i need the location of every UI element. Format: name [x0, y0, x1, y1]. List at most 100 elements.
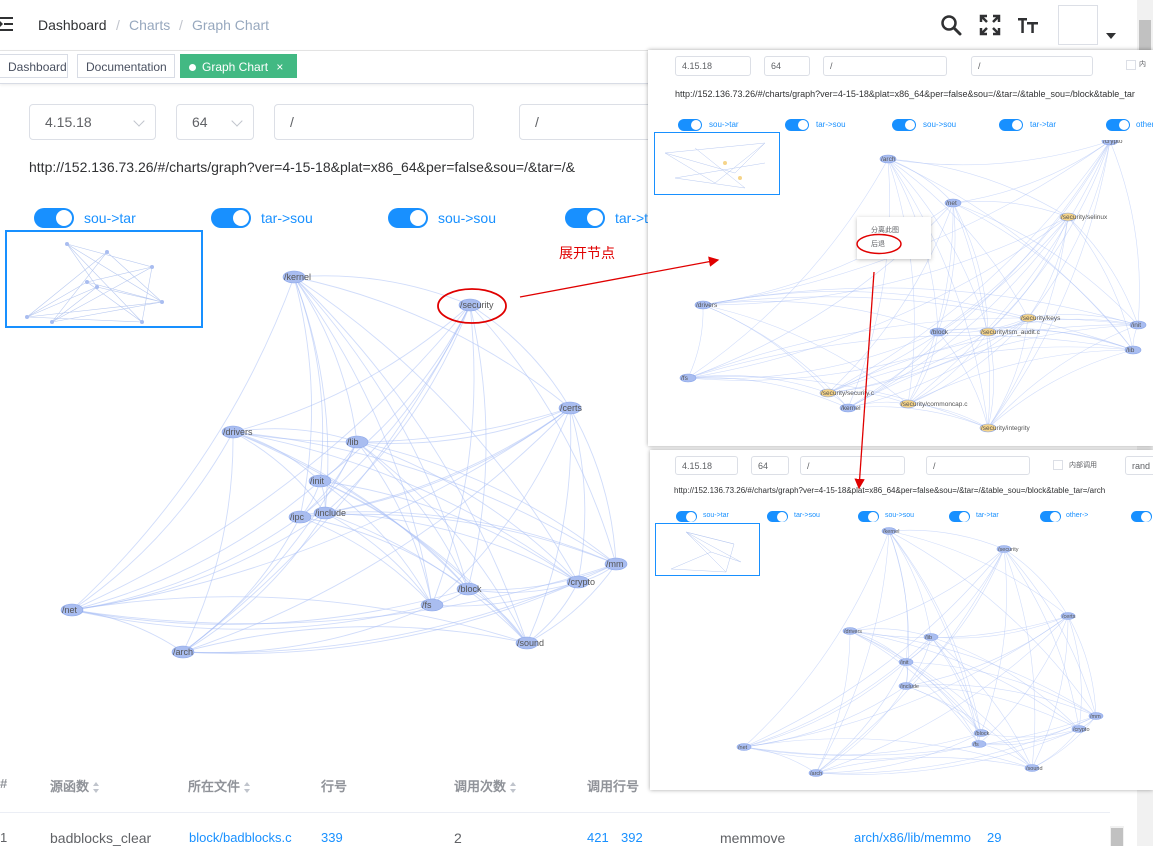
arrow-back	[854, 271, 875, 490]
graph-node-label: /include	[315, 508, 346, 518]
checkbox[interactable]	[1126, 60, 1136, 70]
graph-edge	[888, 529, 1005, 550]
graph-node[interactable]: /init	[1129, 320, 1147, 330]
switch-tar-sou[interactable]	[785, 119, 809, 131]
platform-select[interactable]: 64	[764, 56, 810, 76]
version-select[interactable]: 4.15.18	[675, 56, 751, 76]
graph-node[interactable]: /crypto	[566, 575, 595, 589]
platform-select[interactable]: 64	[176, 104, 254, 140]
graph-node[interactable]: /fs	[971, 740, 987, 748]
graph-node[interactable]: /security	[996, 545, 1019, 553]
graph-node[interactable]: /crypto	[1101, 140, 1123, 146]
graph-node[interactable]: /init	[898, 658, 914, 666]
graph-node[interactable]: /block	[929, 327, 949, 337]
graph-edge	[71, 609, 184, 653]
graph-node[interactable]: /include	[898, 682, 919, 690]
table-scrollbar[interactable]	[1110, 826, 1124, 846]
sort-icon[interactable]	[93, 781, 100, 794]
tag-dashboard[interactable]: Dashboard	[0, 54, 68, 78]
graph-node[interactable]: /fs	[420, 598, 444, 612]
graph-url: http://152.136.73.26/#/charts/graph?ver=…	[675, 89, 1135, 99]
row-call-line-link[interactable]: 421	[587, 830, 609, 845]
random-select[interactable]: rand	[1125, 456, 1153, 475]
avatar[interactable]	[1058, 5, 1098, 45]
checkbox-label: 内部调用	[1069, 462, 1097, 469]
col-func-header[interactable]: 源函数	[50, 776, 100, 795]
target-path-value: /	[933, 461, 936, 471]
graph-node[interactable]: /security/lsm_audit.c	[979, 327, 1041, 337]
graph-node-label: /certs	[1062, 614, 1076, 620]
graph-edge	[980, 728, 1080, 738]
graph-node[interactable]: /block	[973, 729, 990, 737]
graph-node[interactable]: /lib	[345, 435, 369, 449]
graph-node[interactable]: /net	[60, 603, 84, 617]
graph-node[interactable]: /arch	[808, 769, 824, 777]
switch-sou-sou[interactable]	[388, 208, 428, 228]
sort-icon[interactable]	[510, 781, 517, 794]
graph-node[interactable]: /net	[736, 743, 752, 751]
scrollbar-thumb[interactable]	[1111, 828, 1123, 846]
graph-node[interactable]: /lib	[1124, 345, 1142, 355]
source-path-input[interactable]: /	[274, 104, 474, 140]
graph-node[interactable]: /security/selinux	[1059, 212, 1108, 222]
sort-icon[interactable]	[244, 781, 251, 794]
tag-graph-chart[interactable]: Graph Chart ×	[180, 54, 297, 78]
row-call-line-link[interactable]: 392	[621, 830, 643, 845]
graph-node[interactable]: /kernel	[881, 527, 900, 535]
breadcrumb-dashboard[interactable]: Dashboard	[38, 17, 107, 33]
target-path-input[interactable]: /	[519, 104, 659, 140]
graph-node[interactable]: /arch	[171, 645, 195, 659]
graph-node[interactable]: /security/keys	[1019, 313, 1061, 323]
tag-documentation[interactable]: Documentation	[77, 54, 175, 78]
switch-tar-tar[interactable]	[565, 208, 605, 228]
font-size-icon[interactable]	[1017, 14, 1039, 36]
col-index-header: #	[0, 776, 8, 791]
graph-node[interactable]: /kernel	[282, 270, 311, 284]
graph-node[interactable]: /lib	[923, 633, 939, 641]
switch-tar-tar[interactable]	[999, 119, 1023, 131]
fullscreen-icon[interactable]	[979, 14, 1001, 36]
target-path-input[interactable]: /	[971, 56, 1093, 76]
switch-sou-tar[interactable]	[678, 119, 702, 131]
graph-node[interactable]: /mm	[1088, 712, 1104, 720]
version-select[interactable]: 4.15.18	[29, 104, 156, 140]
col-count-header[interactable]: 调用次数	[454, 776, 517, 795]
graph-node[interactable]: /include	[313, 506, 346, 520]
graph-edge	[319, 480, 433, 606]
checkbox[interactable]	[1053, 460, 1063, 470]
graph-node[interactable]: /block	[456, 582, 482, 596]
graph-node[interactable]: /security/commoncap.c	[899, 399, 968, 409]
graph-node[interactable]: /crypto	[1071, 725, 1090, 733]
graph-node[interactable]: /sound	[1024, 764, 1043, 772]
graph-node[interactable]: /drivers	[842, 627, 862, 635]
row-callee-file-link[interactable]: arch/x86/lib/memmo	[854, 830, 971, 845]
graph-node[interactable]: /drivers	[221, 425, 253, 439]
hamburger-icon[interactable]	[0, 15, 13, 33]
graph-node[interactable]: /arch	[879, 154, 897, 164]
source-path-input[interactable]: /	[823, 56, 947, 76]
switch-other[interactable]	[1106, 119, 1130, 131]
breadcrumb-charts[interactable]: Charts	[129, 17, 170, 33]
graph-edge	[1003, 548, 1097, 717]
graph-node[interactable]: /ipc	[288, 510, 312, 524]
search-icon[interactable]	[940, 14, 962, 36]
graph-node[interactable]: /init	[308, 474, 332, 488]
switch-tar-sou[interactable]	[211, 208, 251, 228]
graph-node[interactable]: /certs	[1060, 612, 1076, 620]
target-path-input[interactable]: /	[926, 456, 1030, 475]
col-file-header[interactable]: 所在文件	[188, 776, 251, 795]
graph-node[interactable]: /mm	[604, 557, 628, 571]
caret-down-icon[interactable]	[1106, 33, 1116, 39]
row-line-link[interactable]: 339	[321, 830, 343, 845]
graph-canvas[interactable]: /kernel/security/certs/drivers/lib/init /…	[650, 520, 1153, 790]
graph-node[interactable]: /security/integrity	[979, 423, 1031, 433]
switch-sou-sou[interactable]	[892, 119, 916, 131]
row-file-link[interactable]: block/badblocks.c	[189, 830, 292, 845]
graph-node[interactable]: /net	[944, 198, 962, 208]
graph-edge	[232, 431, 528, 644]
switch-sou-tar[interactable]	[34, 208, 74, 228]
breadcrumb-graph-chart: Graph Chart	[192, 17, 270, 33]
row-callee-line-link[interactable]: 29	[987, 830, 1001, 845]
graph-node[interactable]: /sound	[515, 636, 544, 650]
close-icon[interactable]: ×	[276, 60, 283, 74]
